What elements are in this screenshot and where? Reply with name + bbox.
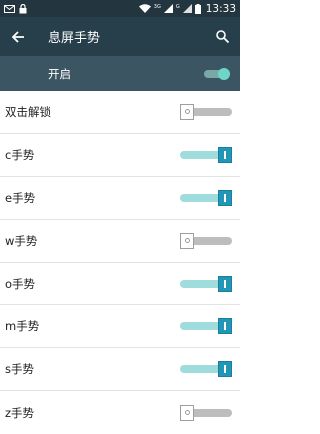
gesture-switch[interactable] [180, 361, 232, 378]
switch-thumb [218, 67, 230, 80]
gesture-label: m手势 [5, 319, 40, 334]
wifi-icon [138, 4, 151, 13]
signal-icon [163, 4, 173, 13]
gesture-label: z手势 [5, 405, 35, 420]
gesture-row-e[interactable]: e手势 [0, 177, 240, 220]
mail-icon [4, 4, 15, 13]
gesture-row-s[interactable]: s手势 [0, 348, 240, 392]
status-time: 13:33 [205, 2, 236, 15]
gesture-label: s手势 [5, 362, 34, 377]
gesture-row-double-tap[interactable]: 双击解锁 [0, 91, 240, 134]
gesture-row-c[interactable]: c手势 [0, 134, 240, 177]
master-switch-label: 开启 [48, 66, 71, 81]
arrow-left-icon[interactable] [8, 27, 28, 47]
gesture-switch[interactable] [180, 232, 232, 249]
lock-icon [19, 3, 27, 14]
gesture-label: c手势 [5, 147, 35, 162]
gesture-row-m[interactable]: m手势 [0, 305, 240, 349]
master-switch[interactable] [204, 67, 230, 80]
gesture-label: w手势 [5, 233, 38, 248]
gesture-row-w[interactable]: w手势 [0, 220, 240, 263]
gesture-label: e手势 [5, 190, 36, 205]
gesture-switch[interactable] [180, 318, 232, 335]
gesture-row-z[interactable]: z手势 [0, 391, 240, 434]
status-bar: 3G G 13:33 [0, 0, 240, 17]
app-bar: 息屏手势 [0, 17, 240, 56]
gesture-switch[interactable] [180, 189, 232, 206]
gesture-row-o[interactable]: o手势 [0, 263, 240, 306]
battery-icon [194, 3, 201, 14]
page-title: 息屏手势 [48, 31, 101, 46]
master-switch-row[interactable]: 开启 [0, 56, 240, 91]
gesture-label: o手势 [5, 276, 36, 291]
search-icon[interactable] [212, 27, 232, 47]
gesture-label: 双击解锁 [5, 104, 51, 119]
signal-icon-2 [182, 4, 192, 13]
gesture-switch[interactable] [180, 146, 232, 163]
gesture-switch[interactable] [180, 103, 232, 120]
network-type-label: 3G [153, 3, 161, 10]
gesture-switch[interactable] [180, 275, 232, 292]
gesture-switch[interactable] [180, 404, 232, 421]
gesture-list: 双击解锁 c手势 e手势 w手势 o手势 m手势 s手势 z手势 [0, 91, 240, 434]
network-type-label-2: G [175, 3, 180, 10]
